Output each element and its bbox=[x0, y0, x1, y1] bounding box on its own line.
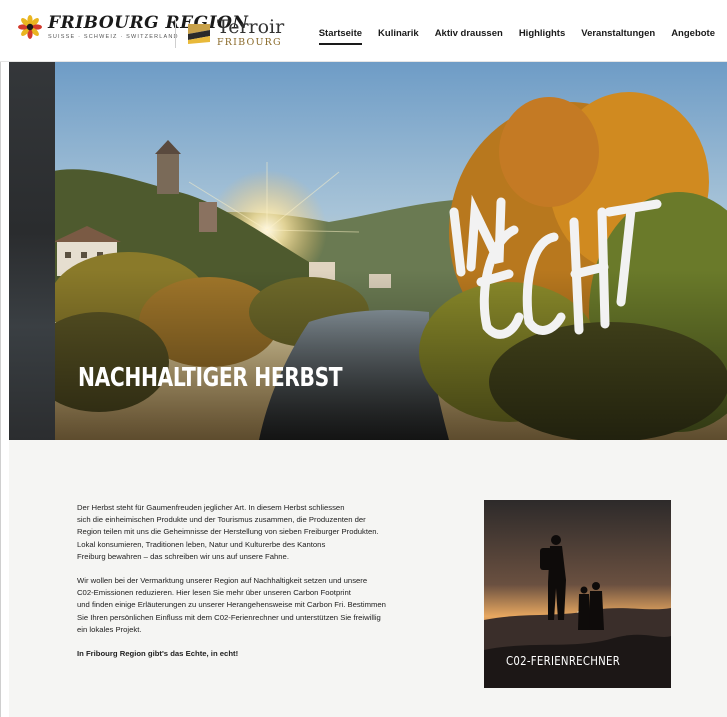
site-header: FRIBOURG REGION SUISSE · SCHWEIZ · SWITZ… bbox=[0, 0, 727, 62]
terroir-fribourg-logo[interactable]: Terroir FRIBOURG bbox=[186, 18, 284, 48]
logo-divider bbox=[175, 18, 176, 48]
co2-calculator-card[interactable]: C02-FERIENRECHNER bbox=[484, 500, 671, 688]
terroir-subtitle: FRIBOURG bbox=[217, 37, 282, 48]
content-section: Der Herbst steht für Gaumenfreuden jegli… bbox=[9, 440, 727, 717]
nav-angebote[interactable]: Angebote bbox=[671, 28, 715, 43]
terroir-mark-icon bbox=[186, 20, 212, 46]
nav-startseite[interactable]: Startseite bbox=[318, 28, 363, 45]
main-navigation: Startseite Kulinarik Aktiv draussen High… bbox=[303, 28, 715, 45]
hero-side-panel bbox=[9, 62, 55, 440]
terroir-name: Terroir bbox=[217, 16, 285, 38]
intro-paragraph-1: Der Herbst steht für Gaumenfreuden jegli… bbox=[77, 503, 379, 561]
nav-kulinarik[interactable]: Kulinarik bbox=[378, 28, 419, 43]
co2-calculator-label: C02-FERIENRECHNER bbox=[506, 654, 621, 668]
edelweiss-flower-icon bbox=[18, 15, 42, 39]
nav-aktiv-draussen[interactable]: Aktiv draussen bbox=[435, 28, 503, 43]
hero-banner: NACHHALTIGER HERBST bbox=[9, 62, 727, 440]
intro-paragraph-2: Wir wollen bei der Vermarktung unserer R… bbox=[77, 576, 386, 634]
intro-text: Der Herbst steht für Gaumenfreuden jegli… bbox=[77, 502, 427, 672]
hero-title: NACHHALTIGER HERBST bbox=[78, 363, 343, 393]
nav-veranstaltungen[interactable]: Veranstaltungen bbox=[581, 28, 655, 43]
tagline: In Fribourg Region gibt's das Echte, in … bbox=[77, 649, 239, 659]
nav-highlights[interactable]: Highlights bbox=[519, 28, 565, 43]
